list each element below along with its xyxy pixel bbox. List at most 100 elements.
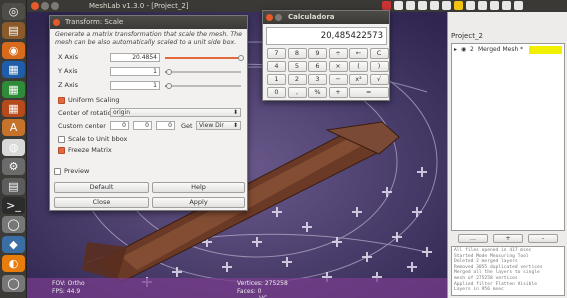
chrome-icon[interactable]: ◍ [2,138,25,156]
custom-center-y-input[interactable]: 0 [133,121,152,130]
calc-key[interactable]: − [328,74,348,85]
close-button[interactable]: Close [54,197,149,208]
calc-key[interactable]: x² [349,74,368,85]
toolbar-icon-12[interactable] [514,1,523,10]
toolbar-icon-11[interactable] [502,1,511,10]
disk-2-icon[interactable]: ◯ [2,274,25,292]
calc-key[interactable]: × [328,61,348,72]
toolbar-icon-7[interactable] [454,1,463,10]
calc-key[interactable]: 0 [267,87,286,98]
z-axis-slider[interactable] [165,85,241,87]
calc-key[interactable]: ) [369,61,389,72]
software-center-icon[interactable]: A [2,119,25,137]
default-button[interactable]: Default [54,182,149,193]
files-icon[interactable]: ▤ [2,22,25,40]
faces-count: Faces: 0 [237,288,262,295]
libreoffice-writer-icon[interactable]: ▦ [2,61,25,79]
toolbar-icon-3[interactable] [406,1,415,10]
transform-scale-dialog: Transform: Scale Generate a matrix trans… [49,15,248,211]
calc-key[interactable]: = [349,87,389,98]
calc-key[interactable]: C [369,48,389,59]
layer-row[interactable]: ▸ ◉ 2 Merged Mesh * [454,46,564,55]
help-button[interactable]: Help [152,182,245,193]
custom-center-z-input[interactable]: 0 [156,121,175,130]
calc-key[interactable]: 8 [287,48,307,59]
meshlab-icon[interactable]: ◆ [2,235,25,253]
y-axis-input[interactable]: 1 [110,67,160,76]
calc-key[interactable]: 1 [267,74,286,85]
x-axis-input[interactable]: 20.4854 [110,53,160,62]
maximize-window-icon[interactable] [51,2,59,10]
calc-minimize-icon[interactable] [275,14,282,21]
toolbar-icon-10[interactable] [490,1,499,10]
toolbar-icon-5[interactable] [430,1,439,10]
toolbar-icon-2[interactable] [394,1,403,10]
blender-icon[interactable]: ◐ [2,255,25,273]
calc-key[interactable]: 6 [308,61,327,72]
calc-key[interactable]: 7 [267,48,286,59]
calculator-icon[interactable]: ▤ [2,177,25,195]
y-axis-slider-handle[interactable] [165,69,172,75]
toolbar-icon-8[interactable] [466,1,475,10]
view-dir-value: View Dir [199,122,224,129]
toolbar-icon-6[interactable] [442,1,451,10]
calc-key[interactable]: ( [349,61,368,72]
expand-arrow-icon[interactable]: ▸ [454,46,457,53]
center-of-rotation-select[interactable]: origin ⬍ [110,108,241,117]
dialog-title: Transform: Scale [65,18,124,26]
preview-label: Preview [64,167,90,175]
calc-key[interactable]: 3 [308,74,327,85]
scale-unit-bbox-checkbox[interactable] [58,136,65,143]
firefox-icon[interactable]: ◉ [2,41,25,59]
add-layer-button[interactable]: + [493,234,523,243]
calc-key[interactable]: ÷ [328,48,348,59]
view-dir-select[interactable]: View Dir ⬍ [196,121,241,130]
preview-checkbox[interactable] [54,168,61,175]
calc-key[interactable]: , [287,87,307,98]
viewport-status-bar: FOV: Ortho FPS: 44.9 Vertices: 275258 Fa… [27,278,447,298]
dash-home-icon[interactable]: ◎ [2,3,25,20]
toolbar-icon-9[interactable] [478,1,487,10]
settings-icon[interactable]: ⚙ [2,158,25,176]
visibility-eye-icon[interactable]: ◉ [461,46,466,53]
x-axis-slider-fill [165,57,241,59]
vertices-count: Vertices: 275258 [237,280,288,287]
fps-label: FPS: 44.9 [52,288,81,295]
layer-number: 2 [470,46,474,53]
terminal-icon[interactable]: >_ [2,197,25,214]
toolbar-icon-4[interactable] [418,1,427,10]
close-dialog-icon[interactable] [53,19,60,26]
calc-key[interactable]: 9 [308,48,327,59]
apply-button[interactable]: Apply [152,197,245,208]
x-axis-label: X Axis [58,53,79,61]
z-axis-input[interactable]: 1 [110,81,160,90]
disk-icon[interactable]: ◯ [2,216,25,234]
z-axis-slider-handle[interactable] [165,83,172,89]
x-axis-slider-handle[interactable] [238,55,244,61]
freeze-matrix-checkbox[interactable] [58,147,65,154]
freeze-matrix-label: Freeze Matrix [68,146,112,154]
layer-highlight [529,46,562,54]
calculator-title: Calculadora [288,13,335,21]
uniform-scaling-checkbox[interactable] [58,97,65,104]
calc-close-icon[interactable] [266,14,273,21]
minimize-window-icon[interactable] [41,2,49,10]
custom-center-x-input[interactable]: 0 [110,121,129,130]
close-window-icon[interactable] [31,2,39,10]
libreoffice-calc-icon[interactable]: ▦ [2,80,25,98]
calc-key[interactable]: 2 [287,74,307,85]
remove-layer-button[interactable]: - [528,234,558,243]
calc-key[interactable]: ← [349,48,368,59]
calc-key[interactable]: 5 [287,61,307,72]
calc-key[interactable]: 4 [267,61,286,72]
layer-options-button[interactable]: ... [458,234,488,243]
calc-key[interactable]: + [328,87,348,98]
scale-unit-bbox-label: Scale to Unit bbox [68,135,128,143]
libreoffice-impress-icon[interactable]: ▦ [2,100,25,117]
calc-key[interactable]: % [308,87,327,98]
project-title: Project_2 [451,32,483,40]
calc-key[interactable]: √ [369,74,389,85]
toolbar [382,1,523,10]
toolbar-icon-1[interactable] [382,1,391,10]
y-axis-slider[interactable] [165,71,241,73]
